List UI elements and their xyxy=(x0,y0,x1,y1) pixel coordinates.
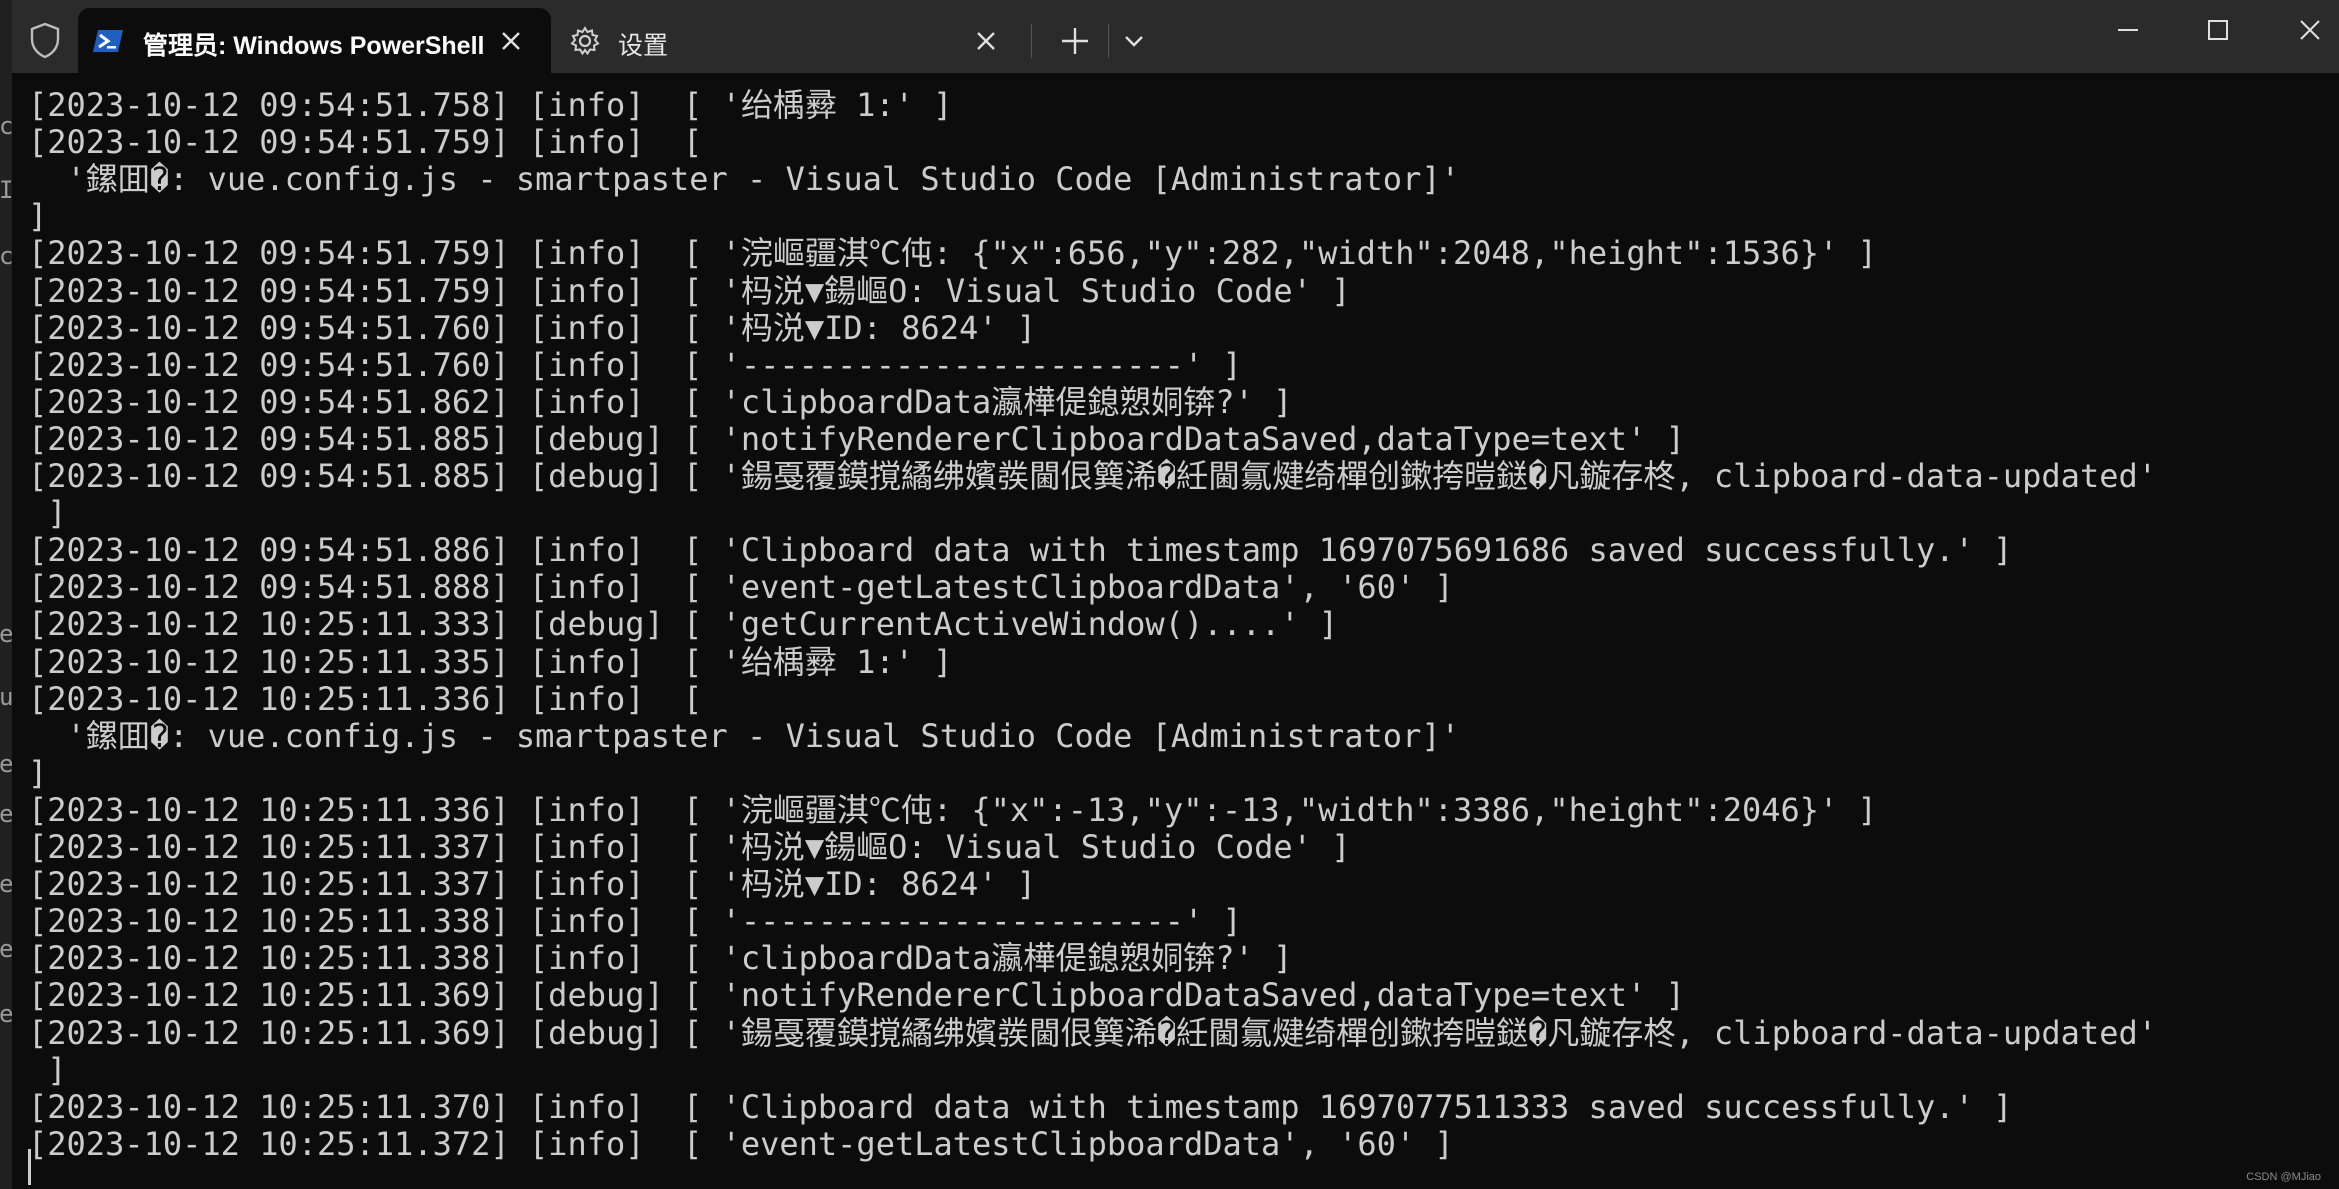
close-icon[interactable] xyxy=(972,27,1000,55)
terminal-line: ] xyxy=(28,1050,67,1089)
terminal-line: [2023-10-12 10:25:11.337] [info] [ '杩涚▼I… xyxy=(28,865,1037,904)
terminal-line: [2023-10-12 10:25:11.338] [info] [ '----… xyxy=(28,902,1242,941)
terminal-line: '鏍囬�: vue.config.js - smartpaster - Visu… xyxy=(28,716,1460,755)
shield-icon xyxy=(30,22,60,59)
terminal-line: [2023-10-12 09:54:51.759] [info] [ xyxy=(28,123,703,162)
terminal-line: [2023-10-12 09:54:51.885] [debug] [ 'not… xyxy=(28,419,1685,458)
left-window-edge: cIceueeeee xyxy=(0,0,12,1189)
maximize-icon[interactable] xyxy=(2200,12,2236,48)
terminal-line: [2023-10-12 09:54:51.760] [info] [ '----… xyxy=(28,345,1242,384)
terminal-line: [2023-10-12 09:54:51.886] [info] [ 'Clip… xyxy=(28,531,2013,570)
terminal-output[interactable]: [2023-10-12 09:54:51.758] [info] [ '绐楀彛 … xyxy=(12,73,2339,1189)
terminal-line: [2023-10-12 09:54:51.759] [info] [ '杩涚▼鍚… xyxy=(28,271,1351,310)
watermark: CSDN @MJiao xyxy=(2246,1171,2321,1183)
edge-char: u xyxy=(0,683,12,711)
terminal-line: [2023-10-12 09:54:51.885] [debug] [ '鍚戞覆… xyxy=(28,457,2158,495)
edge-char: e xyxy=(0,935,12,963)
terminal-line: [2023-10-12 10:25:11.338] [info] [ 'clip… xyxy=(28,939,1293,978)
edge-char: e xyxy=(0,620,12,648)
terminal-line: [2023-10-12 09:54:51.862] [info] [ 'clip… xyxy=(28,382,1293,421)
terminal-line: [2023-10-12 10:25:11.336] [info] [ xyxy=(28,679,703,718)
plus-icon[interactable] xyxy=(1058,24,1092,58)
terminal-line: ] xyxy=(28,494,67,533)
terminal-line: [2023-10-12 09:54:51.760] [info] [ '杩涚▼I… xyxy=(28,308,1037,347)
edge-char: e xyxy=(0,1000,12,1028)
terminal-line: [2023-10-12 09:54:51.759] [info] [ '浣嶇疆淇… xyxy=(28,234,1877,273)
tab-settings[interactable]: 设置 xyxy=(553,8,1026,73)
title-bar: 管理员: Windows PowerShell 设置 xyxy=(0,0,2339,73)
terminal-line: [2023-10-12 10:25:11.337] [info] [ '杩涚▼鍚… xyxy=(28,828,1351,866)
edge-char: c xyxy=(0,242,12,270)
powershell-icon xyxy=(93,30,123,52)
terminal-line: [2023-10-12 10:25:11.335] [info] [ '绐楀彛 … xyxy=(28,642,953,681)
divider xyxy=(1031,24,1032,58)
gear-icon xyxy=(570,26,600,56)
close-icon[interactable] xyxy=(2292,12,2328,48)
terminal-line: [2023-10-12 09:54:51.758] [info] [ '绐楀彛 … xyxy=(28,86,953,124)
terminal-line: '鏍囬�: vue.config.js - smartpaster - Visu… xyxy=(28,160,1460,199)
minimize-icon[interactable] xyxy=(2110,12,2146,48)
tab-title: 设置 xyxy=(618,32,669,60)
edge-char: e xyxy=(0,750,12,778)
terminal-line: [2023-10-12 09:54:51.888] [info] [ 'even… xyxy=(28,568,1454,607)
edge-char: I xyxy=(0,176,12,204)
terminal-line: [2023-10-12 10:25:11.336] [info] [ '浣嶇疆淇… xyxy=(28,790,1877,829)
divider xyxy=(1108,24,1109,58)
terminal-line: ] xyxy=(28,753,48,792)
edge-char: e xyxy=(0,800,12,828)
chevron-down-icon[interactable] xyxy=(1121,28,1147,54)
text-cursor xyxy=(28,1149,31,1185)
terminal-line: [2023-10-12 10:25:11.370] [info] [ 'Clip… xyxy=(28,1087,2013,1126)
close-icon[interactable] xyxy=(497,27,525,55)
tab-title: 管理员: Windows PowerShell xyxy=(143,32,485,60)
edge-char: c xyxy=(0,112,12,140)
terminal-line: [2023-10-12 10:25:11.333] [debug] [ 'get… xyxy=(28,605,1339,644)
terminal-line: ] xyxy=(28,197,48,236)
terminal-line: [2023-10-12 10:25:11.372] [info] [ 'even… xyxy=(28,1124,1454,1163)
tab-powershell[interactable]: 管理员: Windows PowerShell xyxy=(78,8,551,73)
edge-char: e xyxy=(0,870,12,898)
terminal-line: [2023-10-12 10:25:11.369] [debug] [ '鍚戞覆… xyxy=(28,1013,2158,1052)
terminal-line: [2023-10-12 10:25:11.369] [debug] [ 'not… xyxy=(28,976,1685,1015)
